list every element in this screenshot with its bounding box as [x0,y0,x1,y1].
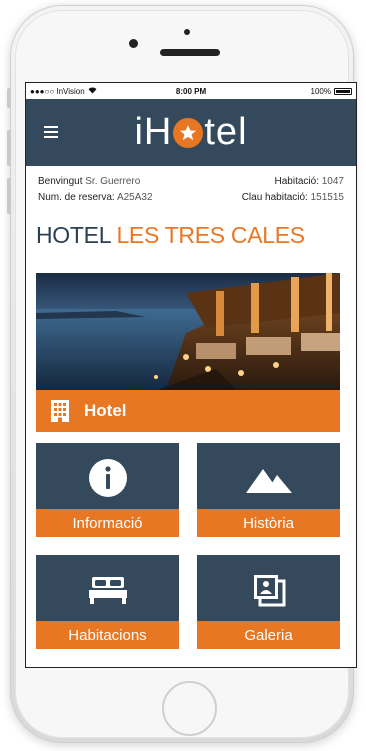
battery-percent: 100% [310,86,331,96]
app-header: iH tel [26,99,356,166]
room-key: Clau habitació: 151515 [242,190,344,206]
silent-switch [7,88,11,108]
photos-icon [197,565,340,615]
volume-up-button [7,130,11,166]
tile-informacio[interactable]: Informació [36,443,179,537]
wifi-icon [88,86,97,96]
tile-historia-label: Història [197,509,340,537]
menu-button[interactable] [44,126,58,138]
room-value: 1047 [321,176,344,187]
hotel-hero-image [36,273,340,390]
hotel-title-part2: LES TRES CALES [116,222,305,248]
hotel-section-button[interactable]: Hotel [36,390,340,432]
welcome-label: Benvingut [38,176,83,187]
tile-historia[interactable]: Història [197,443,340,537]
tile-galeria-label: Galeria [197,621,340,649]
info-icon [36,453,179,503]
hamburger-line [44,136,58,138]
front-sensor [184,29,190,35]
room-label: Habitació: [274,176,319,187]
battery-icon [333,87,352,95]
hotel-section-label: Hotel [84,401,127,420]
tile-habitacions[interactable]: Habitacions [36,555,179,649]
reservation-number: Num. de reserva: A25A32 [38,190,153,206]
status-bar: ●●●○○ InVision 8:00 PM 100% [26,83,356,99]
home-button[interactable] [162,681,217,736]
volume-down-button [7,178,11,214]
hotel-name-title: HOTEL LES TRES CALES [26,222,356,249]
logo-suffix: tel [204,111,248,153]
room-key-value: 151515 [310,192,344,203]
reservation-label: Num. de reserva: [38,192,115,203]
carrier-label: ●●●○○ InVision [30,86,85,96]
app-logo: iH tel [134,111,247,154]
guest-name: Sr. Guerrero [85,176,141,187]
tile-habitacions-label: Habitacions [36,621,179,649]
front-camera [129,39,138,48]
bed-icon [36,565,179,615]
hotel-title-part1: HOTEL [36,222,111,248]
hamburger-line [44,131,58,133]
mountains-icon [197,453,340,503]
reservation-value: A25A32 [116,192,153,203]
earpiece-speaker [160,49,220,56]
status-time: 8:00 PM [175,86,207,96]
tile-galeria[interactable]: Galeria [197,555,340,649]
logo-prefix: iH [134,111,173,153]
guest-info-row-2: Num. de reserva: A25A32 Clau habitació: … [26,190,356,206]
hamburger-icon [44,126,58,128]
tile-informacio-label: Informació [36,509,179,537]
building-icon [50,399,70,423]
star-icon [173,117,204,148]
welcome-text: Benvingut Sr. Guerrero [38,174,140,190]
room-number: Habitació: 1047 [275,174,345,190]
guest-info: Benvingut Sr. Guerrero Habitació: 1047 N… [26,174,356,206]
guest-info-row-1: Benvingut Sr. Guerrero Habitació: 1047 [26,174,356,190]
room-key-label: Clau habitació: [241,192,308,203]
app-screen: ●●●○○ InVision 8:00 PM 100% iH tel Benvi… [25,82,357,668]
